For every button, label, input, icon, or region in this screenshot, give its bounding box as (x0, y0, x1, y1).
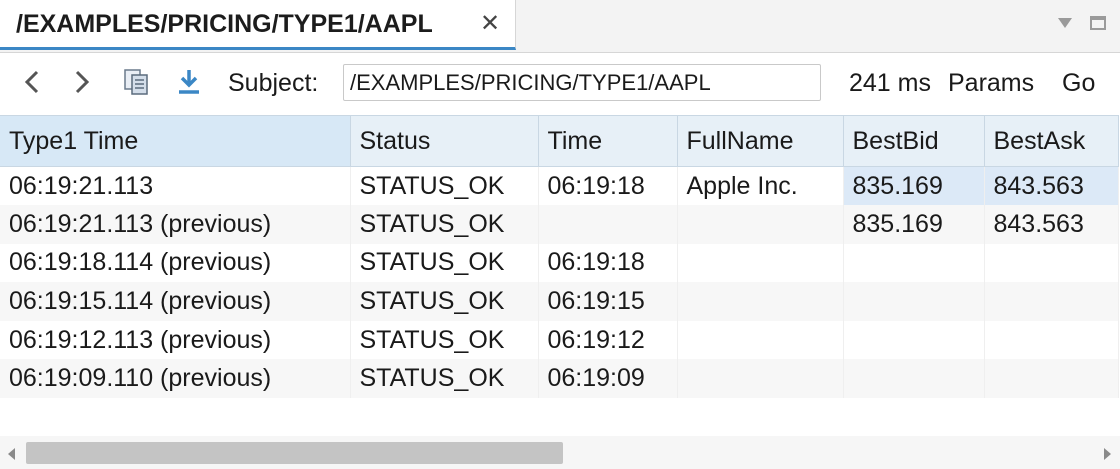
subject-input[interactable] (343, 64, 821, 101)
tab-title: /EXAMPLES/PRICING/TYPE1/AAPL (16, 10, 433, 38)
column-header-type1-time[interactable]: Type1 Time (0, 115, 351, 167)
cell-status: STATUS_OK (350, 282, 539, 321)
cell-type1-time: 06:19:21.113 (0, 166, 351, 206)
cell-type1-time: 06:19:09.110 (previous) (0, 359, 351, 399)
cell-bestask (984, 359, 1119, 399)
cell-bestask (984, 243, 1119, 283)
cell-status: STATUS_OK (350, 243, 539, 283)
close-icon[interactable]: ✕ (480, 12, 500, 36)
cell-bestask: 843.563 (984, 166, 1119, 206)
download-icon[interactable] (174, 67, 204, 97)
cell-time: 06:19:18 (538, 243, 678, 283)
column-header-bestbid[interactable]: BestBid (843, 115, 985, 167)
cell-time: 06:19:12 (538, 320, 678, 360)
cell-bestbid: 835.169 (843, 205, 985, 244)
cell-fullname (677, 320, 844, 360)
forward-chevron-right-icon[interactable] (66, 67, 96, 97)
cell-fullname (677, 359, 844, 399)
cell-time: 06:19:18 (538, 166, 678, 206)
cell-bestask (984, 320, 1119, 360)
subject-viewer-window: /EXAMPLES/PRICING/TYPE1/AAPL ✕ Subject: … (0, 0, 1120, 469)
cell-bestbid (843, 282, 985, 321)
scroll-right-arrow-icon[interactable] (1104, 448, 1111, 460)
column-header-fullname[interactable]: FullName (677, 115, 844, 167)
cell-status: STATUS_OK (350, 359, 539, 399)
table-row[interactable]: 06:19:21.113 (previous) STATUS_OK 835.16… (0, 205, 1119, 244)
scroll-left-arrow-icon[interactable] (8, 448, 15, 460)
cell-bestbid (843, 243, 985, 283)
toolbar: Subject: 241 ms Params Go (0, 53, 1120, 113)
cell-fullname: Apple Inc. (677, 166, 844, 206)
cell-type1-time: 06:19:21.113 (previous) (0, 205, 351, 244)
cell-type1-time: 06:19:12.113 (previous) (0, 320, 351, 360)
cell-status: STATUS_OK (350, 320, 539, 360)
cell-bestbid (843, 359, 985, 399)
column-header-bestask[interactable]: BestAsk (984, 115, 1119, 167)
copy-icon[interactable] (121, 67, 151, 97)
cell-fullname (677, 205, 844, 244)
table-row[interactable]: 06:19:15.114 (previous) STATUS_OK 06:19:… (0, 282, 1119, 321)
cell-status: STATUS_OK (350, 166, 539, 206)
tab-subject-view[interactable]: /EXAMPLES/PRICING/TYPE1/AAPL ✕ (0, 0, 516, 50)
subject-data-grid: Type1 Time Status Time FullName BestBid … (0, 115, 1120, 399)
maximize-icon[interactable] (1090, 16, 1106, 30)
table-row[interactable]: 06:19:09.110 (previous) STATUS_OK 06:19:… (0, 359, 1119, 399)
cell-bestask (984, 282, 1119, 321)
cell-type1-time: 06:19:18.114 (previous) (0, 243, 351, 283)
data-table: Type1 Time Status Time FullName BestBid … (0, 115, 1119, 399)
cell-status: STATUS_OK (350, 205, 539, 244)
cell-bestbid (843, 320, 985, 360)
cell-bestask: 843.563 (984, 205, 1119, 244)
back-chevron-left-icon[interactable] (18, 67, 48, 97)
cell-time: 06:19:09 (538, 359, 678, 399)
cell-time (538, 205, 678, 244)
horizontal-scrollbar[interactable] (0, 436, 1120, 469)
table-row[interactable]: 06:19:21.113 STATUS_OK 06:19:18 Apple In… (0, 166, 1119, 206)
cell-fullname (677, 243, 844, 283)
cell-type1-time: 06:19:15.114 (previous) (0, 282, 351, 321)
subject-label: Subject: (228, 69, 319, 97)
view-menu-icon[interactable] (1058, 18, 1072, 28)
cell-fullname (677, 282, 844, 321)
header-row: Type1 Time Status Time FullName BestBid … (0, 115, 1119, 167)
scrollbar-thumb[interactable] (26, 442, 563, 464)
tab-bar: /EXAMPLES/PRICING/TYPE1/AAPL ✕ (0, 0, 1120, 53)
cell-bestbid: 835.169 (843, 166, 985, 206)
go-button[interactable]: Go (1062, 69, 1095, 98)
column-header-status[interactable]: Status (350, 115, 539, 167)
table-row[interactable]: 06:19:18.114 (previous) STATUS_OK 06:19:… (0, 243, 1119, 283)
table-row[interactable]: 06:19:12.113 (previous) STATUS_OK 06:19:… (0, 320, 1119, 360)
params-link[interactable]: Params (948, 69, 1034, 98)
cell-time: 06:19:15 (538, 282, 678, 321)
column-header-time[interactable]: Time (538, 115, 678, 167)
latency-readout: 241 ms (849, 69, 931, 97)
